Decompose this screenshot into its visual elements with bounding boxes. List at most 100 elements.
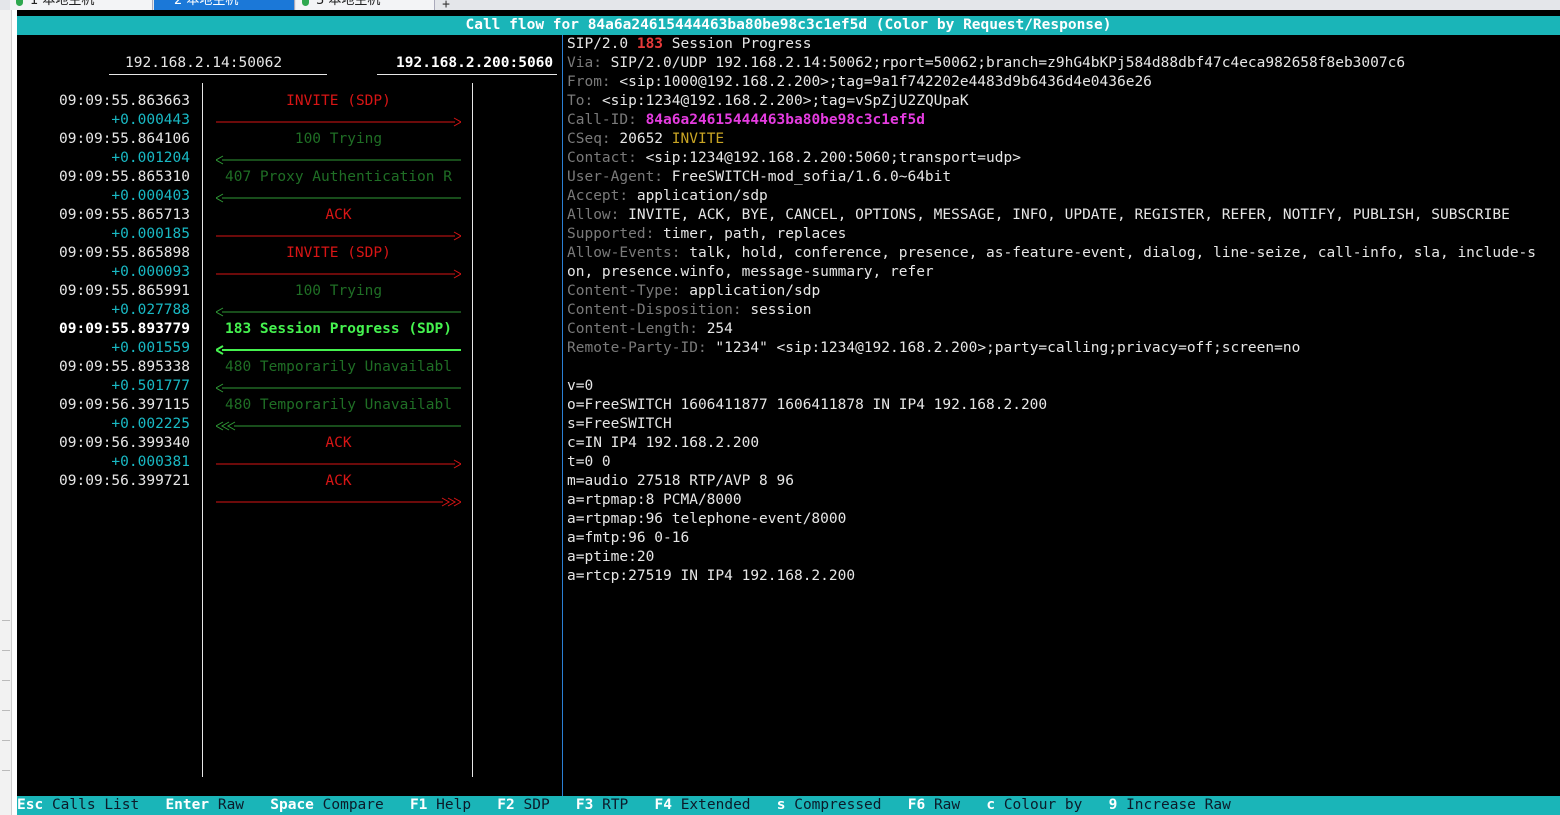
- header-line: Allow-Events: talk, hold, conference, pr…: [567, 244, 1536, 263]
- sdp-line: a=fmtp:96 0-16: [567, 530, 690, 546]
- key-name: s: [776, 797, 786, 813]
- sdp-line: a=ptime:20: [567, 549, 655, 565]
- message-arrow: [216, 149, 461, 168]
- message-label[interactable]: 407 Proxy Authentication R: [216, 168, 461, 187]
- message-delta: +0.001204: [111, 150, 190, 166]
- key-action: Compare: [322, 797, 384, 813]
- header-line: Accept: application/sdp: [567, 187, 768, 206]
- lifeline-left: [202, 83, 203, 777]
- message-arrow: [216, 111, 461, 130]
- sdp-line: o=FreeSWITCH 1606411877 1606411878 IN IP…: [567, 397, 1048, 413]
- host-left-underline: [109, 74, 327, 75]
- key-hint[interactable]: Space Compare: [270, 797, 384, 813]
- header-name: Contact:: [567, 150, 637, 166]
- message-time: 09:09:55.865713: [59, 207, 190, 223]
- key-hint[interactable]: Enter Raw: [165, 797, 244, 813]
- header-line: on, presence.winfo, message-summary, ref…: [567, 263, 934, 282]
- message-label[interactable]: 100 Trying: [216, 282, 461, 301]
- message-arrow: [216, 301, 461, 320]
- arrow-svg: [216, 383, 461, 393]
- arrow-head-icon: [441, 497, 451, 507]
- key-hint[interactable]: F6 Raw: [908, 797, 960, 813]
- message-label[interactable]: INVITE (SDP): [216, 244, 461, 263]
- header-line: Remote-Party-ID: "1234" <sip:1234@192.16…: [567, 339, 1300, 358]
- header-name: Via:: [567, 55, 602, 71]
- header-line: From: <sip:1000@192.168.2.200>;tag=9a1f7…: [567, 73, 1152, 92]
- host-left: 192.168.2.14:50062: [125, 55, 283, 71]
- tab-2[interactable]: 2 本地主机: [154, 0, 295, 10]
- tab-label: 3 本地主机: [316, 0, 381, 8]
- header-value: 20652: [619, 131, 664, 147]
- key-name: Esc: [17, 797, 44, 813]
- message-delta: +0.501777: [111, 378, 190, 394]
- key-hint[interactable]: c Colour by: [986, 797, 1082, 813]
- arrow-head-icon: [216, 307, 224, 317]
- arrow-head-icon: [453, 117, 461, 127]
- key-name: F4: [654, 797, 672, 813]
- sip-version: SIP/2.0: [567, 36, 629, 52]
- message-label[interactable]: 183 Session Progress (SDP): [216, 320, 461, 339]
- arrow-head-icon: [216, 345, 224, 355]
- key-name: Space: [270, 797, 314, 813]
- key-hint[interactable]: F2 SDP: [497, 797, 549, 813]
- status-dot-icon: [16, 0, 23, 6]
- key-action: Raw: [933, 797, 961, 813]
- key-hint[interactable]: Esc Calls List: [17, 797, 139, 813]
- header-value: <sip:1234@192.168.2.200>;tag=vSpZjU2ZQUp…: [601, 93, 969, 109]
- key-hint[interactable]: 9 Increase Raw: [1109, 797, 1231, 813]
- key-hint[interactable]: F1 Help: [410, 797, 471, 813]
- message-delta: +0.001559: [111, 340, 190, 356]
- arrow-head-icon: [216, 155, 224, 165]
- arrow-svg: [216, 117, 461, 127]
- arrow-head-icon: [453, 231, 461, 241]
- header-name: Call-ID:: [567, 112, 637, 128]
- header-name: Remote-Party-ID:: [567, 340, 707, 356]
- key-action: Raw: [217, 797, 245, 813]
- key-name: F1: [409, 797, 428, 813]
- key-hint[interactable]: s Compressed: [777, 797, 882, 813]
- message-time: 09:09:55.865310: [59, 169, 190, 185]
- header-line: Contact: <sip:1234@192.168.2.200:5060;tr…: [567, 149, 1021, 168]
- tab-3[interactable]: 3 本地主机: [296, 0, 435, 10]
- tab-label: 2 本地主机: [174, 0, 239, 8]
- arrow-head-icon: [226, 421, 236, 431]
- header-name: Allow:: [567, 207, 620, 223]
- header-name: To:: [567, 93, 594, 109]
- message-label[interactable]: INVITE (SDP): [216, 92, 461, 111]
- sdp-line: s=FreeSWITCH: [567, 416, 672, 432]
- message-arrow: [216, 263, 461, 282]
- message-delta: +0.000403: [111, 188, 190, 204]
- tab-label: 1 本地主机: [30, 0, 95, 8]
- arrow-svg: [216, 231, 461, 241]
- message-arrow: [216, 225, 461, 244]
- header-name: Allow-Events:: [567, 245, 681, 261]
- arrow-head-icon: [216, 383, 224, 393]
- key-action: Colour by: [1003, 797, 1083, 813]
- message-time: 09:09:56.399721: [59, 473, 190, 489]
- message-label[interactable]: ACK: [216, 434, 461, 453]
- status-dot-icon: [302, 0, 309, 6]
- header-value: <sip:1000@192.168.2.200>;tag=9a1f742202e…: [619, 74, 1152, 90]
- message-label[interactable]: 480 Temporarily Unavailabl: [216, 396, 461, 415]
- arrow-head-icon: [216, 193, 224, 203]
- new-tab-plus-icon[interactable]: +: [436, 0, 456, 10]
- message-label[interactable]: 480 Temporarily Unavailabl: [216, 358, 461, 377]
- message-label[interactable]: ACK: [216, 206, 461, 225]
- header-name: CSeq:: [567, 131, 611, 147]
- host-right-underline: [377, 74, 557, 75]
- tab-1[interactable]: 1 本地主机: [10, 0, 153, 10]
- message-label[interactable]: ACK: [216, 472, 461, 491]
- key-name: F3: [575, 797, 594, 813]
- key-help-bar: Esc Calls List Enter Raw Space Compare F…: [17, 796, 1560, 815]
- arrow-svg: [216, 345, 461, 355]
- key-hint[interactable]: F4 Extended: [655, 797, 751, 813]
- terminal[interactable]: Call flow for 84a6a24615444463ba80be98c3…: [17, 10, 1560, 815]
- message-label[interactable]: 100 Trying: [216, 130, 461, 149]
- header-name: From:: [567, 74, 611, 90]
- key-hint[interactable]: F3 RTP: [576, 797, 628, 813]
- key-name: 9: [1108, 797, 1118, 813]
- header-method: INVITE: [671, 131, 725, 147]
- header-name: Content-Length:: [567, 321, 698, 337]
- header-value: application/sdp: [636, 188, 768, 204]
- message-delta: +0.027788: [111, 302, 190, 318]
